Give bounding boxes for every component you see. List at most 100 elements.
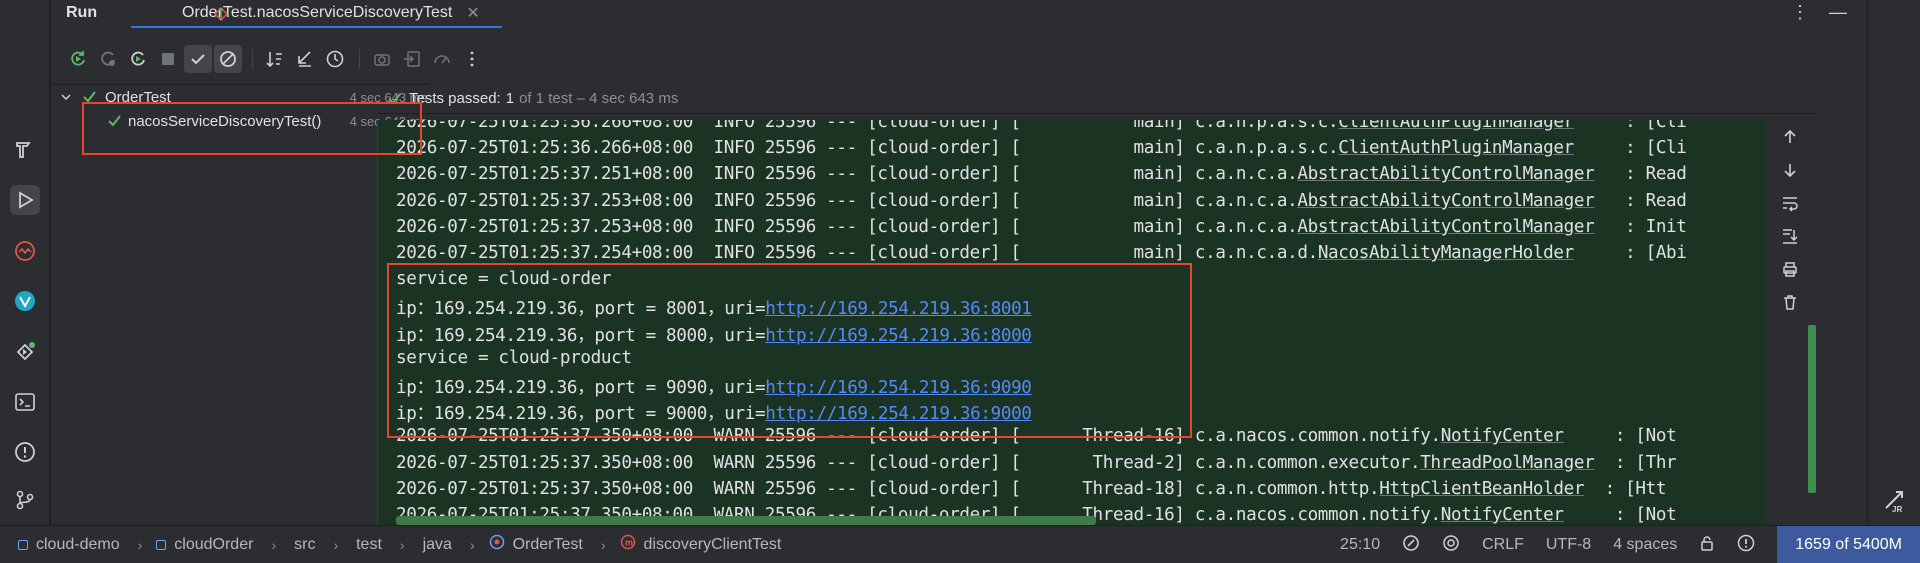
indent-setting[interactable]: 4 spaces <box>1613 536 1677 554</box>
logger-class-link[interactable]: NotifyCenter <box>1441 426 1564 446</box>
trash-icon[interactable] <box>1781 293 1799 316</box>
arrow-up-icon[interactable] <box>1781 128 1799 151</box>
problems-icon[interactable] <box>10 437 40 467</box>
history-icon[interactable] <box>321 45 349 73</box>
test-class-icon <box>489 534 505 555</box>
close-icon[interactable]: ✕ <box>466 3 479 23</box>
console-text: : [Thr <box>1594 452 1677 473</box>
toggle-auto-test-icon[interactable] <box>124 45 152 73</box>
breadcrumb-item[interactable]: discoveryClientTest <box>644 536 782 554</box>
run-toolbar <box>51 42 1867 76</box>
import-tests-icon[interactable] <box>398 45 426 73</box>
console-text: : [Cli <box>1573 120 1687 132</box>
chevron-right-icon: › <box>469 536 475 553</box>
logger-class-link[interactable]: AbstractAbilityControlManager <box>1297 164 1594 184</box>
ai-assistant-icon[interactable] <box>1402 534 1420 557</box>
console-text: : [Htt <box>1584 478 1667 499</box>
console-line: 2026-07-25T01:25:37.253+08:00 INFO 25596… <box>396 217 1687 243</box>
console-text: 2026-07-25T01:25:37.350+08:00 WARN 25596… <box>396 452 1421 473</box>
logger-class-link[interactable]: AbstractAbilityControlManager <box>1297 191 1594 211</box>
soft-wrap-icon[interactable] <box>1781 194 1799 217</box>
memory-indicator[interactable]: 1659 of 5400M <box>1777 526 1920 563</box>
right-tool-strip: JR <box>1867 0 1920 525</box>
tests-summary: of 1 test – 4 sec 643 ms <box>519 90 679 107</box>
console-text: 2026-07-25T01:25:36.266+08:00 INFO 25596… <box>396 138 1339 159</box>
toolbar-divider <box>359 49 360 69</box>
screenshot-icon[interactable] <box>368 45 396 73</box>
more-options-icon[interactable]: ⋮ <box>1791 2 1809 23</box>
chevron-right-icon: › <box>399 536 405 553</box>
terminal-icon[interactable] <box>10 387 40 417</box>
minimize-icon[interactable]: — <box>1829 2 1847 23</box>
breadcrumb-item[interactable]: OrderTest <box>513 536 583 554</box>
sort-alphabetically-icon[interactable] <box>261 45 289 73</box>
status-bar: cloud-demo › cloudOrder › src › test › java › Orde… <box>0 525 1920 563</box>
logger-class-link[interactable]: ThreadPoolManager <box>1420 453 1594 473</box>
logger-class-link[interactable]: HttpClientBeanHolder <box>1379 479 1584 499</box>
left-tool-strip <box>0 0 50 525</box>
logger-class-link[interactable]: AbstractAbilityControlManager <box>1297 217 1594 237</box>
module-icon <box>156 539 167 550</box>
tests-passed-count: 1 <box>505 90 515 107</box>
console-text: : [Abi <box>1573 243 1687 263</box>
chevron-right-icon: › <box>333 536 339 553</box>
print-icon[interactable] <box>1781 260 1799 283</box>
more-icon[interactable] <box>458 45 486 73</box>
sort-by-duration-icon[interactable] <box>291 45 319 73</box>
jrebel-icon[interactable]: JR <box>1882 488 1908 519</box>
scroll-to-end-icon[interactable] <box>1781 227 1799 250</box>
show-passed-icon[interactable] <box>184 45 212 73</box>
console-tools <box>1770 128 1810 316</box>
test-config-icon <box>213 6 229 27</box>
svg-text:m: m <box>625 538 633 548</box>
rerun-icon[interactable] <box>64 45 92 73</box>
breadcrumb-item[interactable]: cloud-demo <box>36 536 120 554</box>
file-encoding[interactable]: UTF-8 <box>1546 536 1591 554</box>
console-text: : Read <box>1594 164 1687 185</box>
console-text: 2026-07-25T01:25:37.350+08:00 WARN 25596… <box>396 478 1380 499</box>
logger-class-link[interactable]: NacosAbilityManagerHolder <box>1318 243 1574 263</box>
console-status: Tests passed: 1 of 1 test – 4 sec 643 ms <box>378 84 1816 114</box>
test-method-icon: m <box>620 534 636 555</box>
line-separator[interactable]: CRLF <box>1482 536 1524 554</box>
run-icon[interactable] <box>10 185 40 215</box>
chevron-right-icon: › <box>137 536 143 553</box>
panel-title: Run <box>66 4 98 21</box>
openai-icon[interactable] <box>1442 534 1460 557</box>
show-ignored-icon[interactable] <box>214 45 242 73</box>
tab-run-configuration[interactable]: OrderTest.nacosServiceDiscoveryTest ✕ <box>131 0 502 28</box>
breadcrumb-item[interactable]: src <box>294 536 315 554</box>
cursor-position[interactable]: 25:10 <box>1340 536 1380 554</box>
breadcrumb-item[interactable]: test <box>356 536 382 554</box>
hammer-icon[interactable] <box>10 134 40 164</box>
console-text: 2026-07-25T01:25:37.254+08:00 INFO 25596… <box>396 243 1318 263</box>
logger-class-link[interactable]: ClientAuthPluginManager <box>1338 138 1574 158</box>
console-text: 2026-07-25T01:25:36.266+08:00 INFO 25596… <box>396 120 1339 132</box>
test-coverage-icon[interactable] <box>428 45 456 73</box>
breadcrumb-item[interactable]: cloudOrder <box>174 536 253 554</box>
breadcrumb-item[interactable]: java <box>423 536 452 554</box>
chevron-right-icon: › <box>271 536 277 553</box>
vertical-scrollbar[interactable] <box>1808 325 1816 493</box>
console-text: : Init <box>1594 216 1687 237</box>
horizontal-scrollbar[interactable] <box>396 516 1096 525</box>
console-text: : [Not <box>1563 505 1677 525</box>
git-icon[interactable] <box>10 485 40 515</box>
rerun-failed-icon[interactable] <box>94 45 122 73</box>
chevron-down-icon[interactable] <box>60 90 72 107</box>
console-line: 2026-07-25T01:25:37.253+08:00 INFO 25596… <box>396 191 1687 217</box>
arrow-down-icon[interactable] <box>1781 161 1799 184</box>
profiler-icon[interactable] <box>10 236 40 266</box>
logger-class-link[interactable]: NotifyCenter <box>1441 505 1564 525</box>
logger-class-link[interactable]: ClientAuthPluginManager <box>1338 120 1574 132</box>
console-line: 2026-07-25T01:25:37.350+08:00 WARN 25596… <box>396 452 1677 479</box>
breadcrumb: cloud-demo › cloudOrder › src › test › java › Orde… <box>18 534 781 555</box>
title-actions: ⋮ — <box>1791 2 1847 23</box>
console-text: 2026-07-25T01:25:37.251+08:00 INFO 25596… <box>396 164 1298 185</box>
module-icon <box>18 539 28 550</box>
vue-icon[interactable] <box>10 286 40 316</box>
lock-icon[interactable] <box>1699 535 1715 556</box>
notifications-icon[interactable] <box>1737 534 1755 557</box>
services-icon[interactable] <box>10 337 40 367</box>
stop-icon[interactable] <box>154 45 182 73</box>
